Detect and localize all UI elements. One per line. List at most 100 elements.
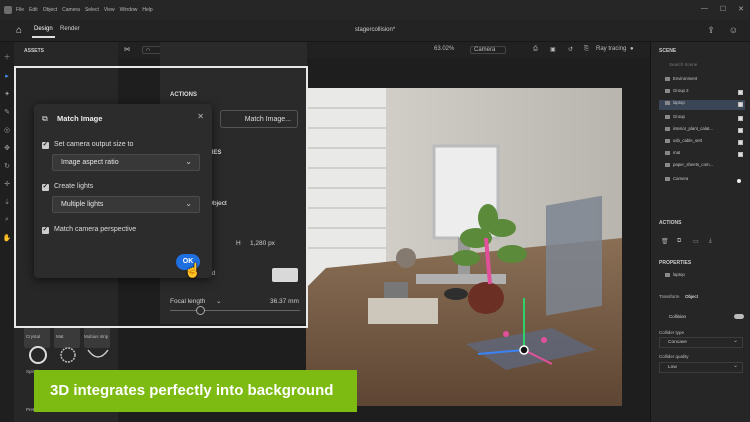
magnet-icon[interactable]: ∩ (142, 46, 162, 54)
ray-tracing-toggle[interactable]: ● (630, 46, 634, 52)
visibility-checkbox[interactable] (738, 140, 743, 145)
aspect-ratio-value: Image aspect ratio (61, 159, 119, 166)
folder-icon (665, 272, 670, 277)
share-nodes-icon[interactable]: ⋈ (124, 46, 130, 53)
active-camera-indicator[interactable] (737, 179, 741, 183)
select-tool-icon[interactable]: ▸ (0, 72, 14, 80)
menu-window[interactable]: Window (120, 7, 138, 13)
zoom-icon[interactable]: ⌕ (0, 216, 14, 224)
selected-object: laptop (659, 272, 745, 282)
create-lights-checkbox[interactable] (42, 182, 49, 191)
close-icon[interactable]: ✕ (738, 5, 744, 13)
visibility-checkbox[interactable] (738, 128, 743, 133)
move-icon[interactable]: ✛ (0, 180, 14, 188)
scene-actions-header: ACTIONS (659, 220, 682, 226)
tree-item-label: Environment (673, 76, 698, 81)
menu-view[interactable]: View (104, 7, 115, 13)
match-image-icon: ⧉ (42, 114, 48, 123)
tree-item-label: Camera (673, 176, 689, 181)
tree-item-label: usb_cable_sett (673, 138, 702, 143)
collider-quality-select[interactable]: Low (659, 362, 743, 373)
maximize-icon[interactable]: ☐ (720, 5, 726, 13)
tree-item-laptop[interactable]: laptop (659, 100, 745, 110)
share-icon[interactable]: ⇪ (707, 25, 715, 36)
menu-file[interactable]: File (16, 7, 24, 13)
selected-object-label: laptop (673, 272, 685, 277)
menu-help[interactable]: Help (142, 7, 152, 13)
collider-type-select[interactable]: Concave (659, 337, 743, 348)
menu-object[interactable]: Object (43, 7, 57, 13)
dialog-title: Match Image (57, 114, 103, 123)
drop-icon[interactable]: ⇣ (0, 198, 14, 206)
folder-icon (665, 88, 670, 93)
tree-item-group-2[interactable]: Group 2 (659, 88, 745, 98)
group-icon[interactable]: ▭ (693, 238, 699, 245)
tree-item-label: laptop (673, 100, 685, 105)
tree-item-camera[interactable]: Camera (659, 176, 745, 186)
lights-value: Multiple lights (61, 201, 104, 208)
tab-transform[interactable]: Transform (659, 294, 679, 299)
match-perspective-checkbox[interactable] (42, 225, 49, 234)
ray-tracing-label: Ray tracing (596, 46, 627, 52)
scene-panel: SCENE Search Scene Environment Group 2 l… (650, 42, 750, 422)
rotate-icon[interactable]: ↻ (0, 162, 14, 170)
menu-camera[interactable]: Camera (62, 7, 80, 13)
caption-banner: 3D integrates perfectly into background (34, 370, 357, 412)
scene-header: SCENE (659, 48, 677, 54)
visibility-checkbox[interactable] (738, 102, 743, 107)
delete-icon[interactable]: 🗑 (661, 238, 669, 245)
visibility-checkbox[interactable] (738, 152, 743, 157)
collision-toggle[interactable] (734, 314, 744, 319)
menu-select[interactable]: Select (85, 7, 99, 13)
bookmark-icon[interactable]: ⎘ (584, 46, 589, 53)
minimize-icon[interactable]: — (701, 5, 708, 13)
folder-icon (665, 126, 670, 131)
menu-edit[interactable]: Edit (29, 7, 38, 13)
asset-thumbnails[interactable] (26, 344, 116, 366)
chevron-down-icon: ⌄ (185, 157, 192, 166)
top-bar: ⌂ Design Render stagercollision* ⇪ ☺ (0, 20, 750, 42)
aspect-ratio-select[interactable]: Image aspect ratio ⌄ (52, 154, 200, 171)
tree-item-environment[interactable]: Environment (659, 76, 745, 86)
orbit-icon[interactable]: ◎ (0, 126, 14, 134)
scene-search-input[interactable]: Search Scene (659, 62, 743, 71)
zoom-level[interactable]: 63.02% (434, 46, 454, 52)
tree-item-label: Group 2 (673, 88, 689, 93)
magic-wand-icon[interactable]: ✦ (0, 90, 14, 98)
lights-select[interactable]: Multiple lights ⌄ (52, 196, 200, 213)
camera-add-icon[interactable]: ⎙ (533, 46, 538, 53)
download-icon[interactable]: ⤓ (709, 238, 712, 245)
pan-icon[interactable]: ✥ (0, 144, 14, 152)
duplicate-icon[interactable]: ⧉ (677, 238, 681, 245)
hand-icon[interactable]: ✋ (0, 234, 14, 242)
undo-icon[interactable]: ↺ (568, 46, 573, 53)
user-icon[interactable]: ☺ (729, 25, 738, 36)
tree-item-mat[interactable]: mat (659, 150, 745, 160)
tree-item-paper[interactable]: paper_sheets_com... (659, 162, 745, 172)
brush-icon[interactable]: ✎ (0, 108, 14, 116)
set-camera-label: Set camera output size to (54, 141, 134, 148)
folder-icon (665, 114, 670, 119)
visibility-checkbox[interactable] (738, 90, 743, 95)
camera-select[interactable]: Camera (470, 46, 507, 54)
background-photo[interactable] (306, 88, 622, 406)
asset-label: Mat (56, 334, 64, 339)
camera-icon (665, 176, 670, 181)
tab-object[interactable]: Object (685, 294, 698, 299)
collider-quality-label: Collider quality (659, 354, 689, 359)
tree-item-usb-cable[interactable]: usb_cable_sett (659, 138, 745, 148)
tree-item-group[interactable]: Group (659, 114, 745, 124)
document-title: stagercollision* (354, 27, 396, 33)
add-icon[interactable]: ＋ (0, 52, 14, 62)
asset-label: Mobius strip (84, 334, 109, 339)
tree-item-plant[interactable]: interior_plant_calat... (659, 126, 745, 136)
menu-bar: File Edit Object Camera Select View Wind… (0, 0, 750, 20)
visibility-checkbox[interactable] (738, 116, 743, 121)
match-perspective-label: Match camera perspective (54, 226, 137, 233)
close-icon[interactable]: ✕ (197, 112, 204, 121)
set-camera-checkbox[interactable] (42, 140, 49, 149)
camera-view-icon[interactable]: ▣ (550, 46, 556, 53)
folder-icon (665, 150, 670, 155)
environment-icon (665, 76, 670, 81)
match-image-dialog: ⧉ Match Image ✕ Set camera output size t… (34, 104, 212, 278)
